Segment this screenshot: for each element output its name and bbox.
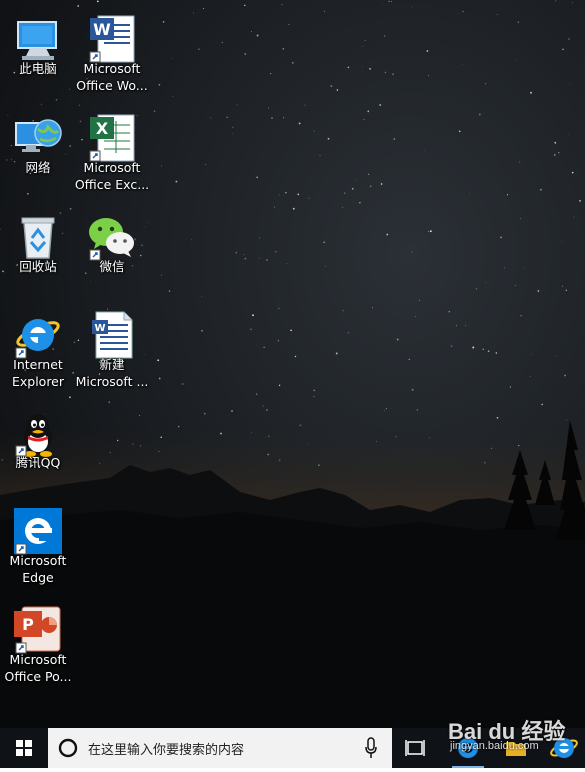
wechat-icon [89,218,134,261]
desktop-icon-label: 腾讯QQ [15,455,61,470]
windows-start-button[interactable] [0,728,48,768]
desktop-icon-label: Microsoft Office Exc... [74,160,150,192]
desktop-icon-label: 此电脑 [19,61,57,76]
desktop-icon-excel[interactable]: X Microsoft Office Exc... [74,107,150,197]
desktop-icon-label: 回收站 [19,259,57,274]
desktop-icon-powerpoint[interactable]: P Microsoft Office Po... [0,599,76,689]
this-pc-icon [17,21,57,60]
task-view-icon[interactable] [404,736,428,760]
internet-explorer-icon [15,319,60,359]
edge-icon [458,738,478,758]
taskbar-search-box[interactable]: 在这里输入你要搜索的内容 [48,728,392,768]
excel-icon: X [89,114,135,162]
desktop-icon-this-pc[interactable]: 此电脑 [0,8,76,98]
search-placeholder: 在这里输入你要搜索的内容 [88,743,245,758]
desktop-icon-label: Internet Explorer [11,357,65,389]
taskbar-app-internet-explorer[interactable] [544,728,584,768]
desktop: 此电脑 W Microsoft Office Wo... 网络 X Micros… [0,0,585,728]
svg-text:X: X [96,119,109,138]
svg-text:P: P [22,615,34,634]
desktop-icon-label: Microsoft Office Po... [4,652,72,684]
taskbar-app-edge[interactable] [448,728,488,768]
desktop-icon-label: 新建 Microsoft ... [75,357,149,389]
desktop-icon-word[interactable]: W Microsoft Office Wo... [74,8,150,98]
recycle-bin-icon [21,217,55,259]
cortana-icon[interactable] [58,738,78,758]
taskbar-app-file-explorer[interactable] [496,728,536,768]
microphone-icon[interactable] [364,737,378,759]
desktop-icon-label: 微信 [99,259,125,274]
desktop-icon-wechat[interactable]: 微信 [74,206,150,296]
svg-text:W: W [94,323,105,334]
edge-icon [14,508,62,555]
desktop-icon-qq[interactable]: 腾讯QQ [0,402,76,492]
qq-icon [15,414,52,457]
network-icon [15,119,62,152]
word-icon: W [89,15,135,63]
desktop-icon-internet-explorer[interactable]: Internet Explorer [0,304,76,394]
desktop-icon-label: Microsoft Edge [9,553,67,585]
svg-text:W: W [93,20,111,39]
desktop-icon-label: 网络 [25,160,51,175]
desktop-icon-label: Microsoft Office Wo... [76,61,148,93]
internet-explorer-icon [550,738,578,758]
file-explorer-icon [506,742,526,756]
desktop-icon-recycle-bin[interactable]: 回收站 [0,206,76,296]
desktop-icon-new-word-document[interactable]: W 新建 Microsoft ... [74,304,150,394]
taskbar: 在这里输入你要搜索的内容 [0,728,585,768]
word-document-icon: W [92,311,133,359]
desktop-icon-network[interactable]: 网络 [0,107,76,197]
desktop-icon-edge[interactable]: Microsoft Edge [0,500,76,590]
powerpoint-icon: P [14,606,61,654]
